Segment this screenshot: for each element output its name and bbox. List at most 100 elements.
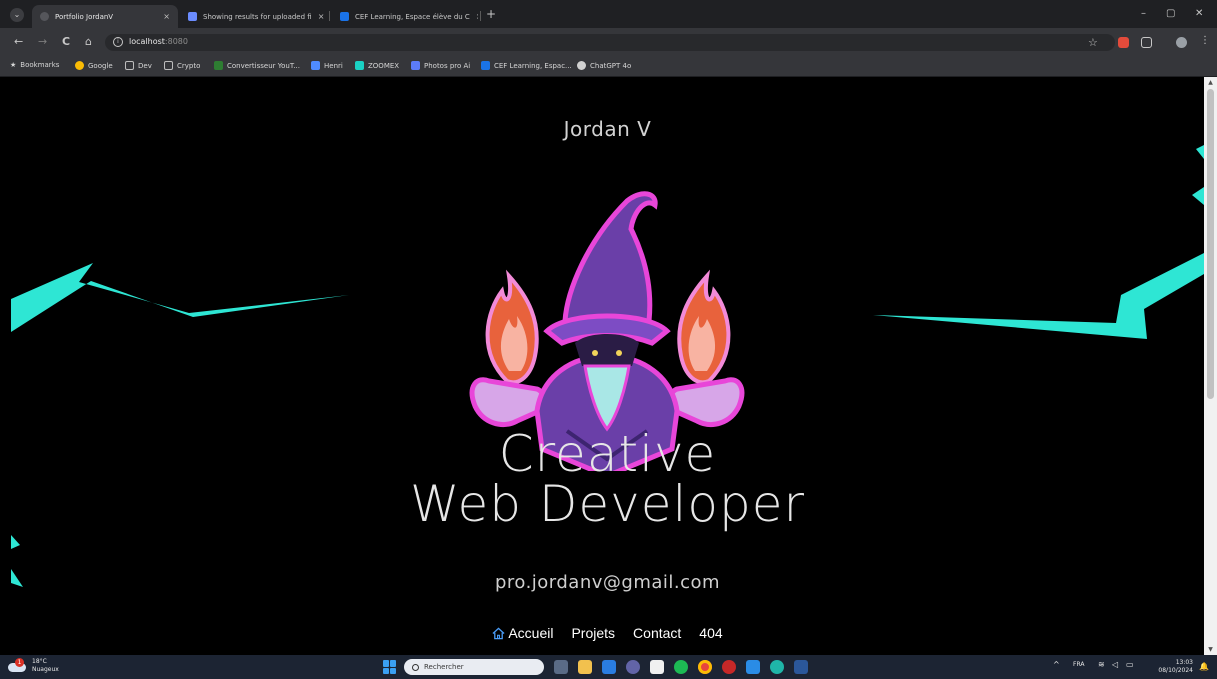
tab-portfolio[interactable]: Portfolio JordanV ×	[32, 5, 178, 28]
lightning-left	[11, 263, 349, 332]
chatgpt-icon	[577, 61, 586, 70]
language-indicator[interactable]: FRA	[1073, 661, 1084, 668]
henri-icon	[311, 61, 320, 70]
home-icon	[492, 627, 505, 639]
profile-avatar[interactable]	[1176, 37, 1187, 48]
notification-bell-icon[interactable]: 🔔	[1199, 662, 1209, 671]
bookmarks-bar: ★ Bookmarks Google Dev Crypto Convertisse…	[0, 56, 1217, 77]
extension-icon[interactable]	[1118, 37, 1129, 48]
outlook-icon[interactable]	[602, 660, 616, 674]
bookmark-henri[interactable]: Henri	[311, 61, 343, 70]
tab-title: Portfolio JordanV	[55, 12, 114, 21]
tab-favicon-icon	[340, 12, 349, 21]
tab-close-icon[interactable]: ×	[312, 12, 325, 21]
windows-start-icon[interactable]	[383, 660, 397, 674]
bookmark-folder-dev[interactable]: Dev	[125, 61, 152, 70]
word-icon[interactable]	[794, 660, 808, 674]
lightning-spark-left	[11, 535, 20, 549]
site-nav: Accueil Projets Contact 404	[11, 625, 1204, 641]
tray-chevron-icon[interactable]: ^	[1053, 660, 1060, 669]
bookmark-chatgpt[interactable]: ChatGPT 4o	[577, 61, 631, 70]
bookmark-photos-pro[interactable]: Photos pro Ai	[411, 61, 470, 70]
vscode-icon[interactable]	[746, 660, 760, 674]
search-icon	[412, 663, 419, 671]
tab-favicon-icon	[40, 12, 49, 21]
tab-close-icon[interactable]: ×	[157, 12, 170, 21]
new-tab-button[interactable]: +	[486, 8, 496, 20]
site-info-icon[interactable]: i	[113, 37, 123, 47]
cef-icon	[481, 61, 490, 70]
home-button[interactable]: ⌂	[85, 36, 92, 47]
photos-icon	[411, 61, 420, 70]
zoomex-icon	[355, 61, 364, 70]
star-icon: ★	[10, 61, 17, 69]
browser-menu-icon[interactable]: ⋮	[1200, 35, 1210, 46]
contact-email[interactable]: pro.jordanv@gmail.com	[11, 572, 1204, 593]
taskbar-search[interactable]: Rechercher	[404, 659, 544, 675]
edge-icon[interactable]	[770, 660, 784, 674]
tab-separator	[480, 11, 481, 21]
nav-projets[interactable]: Projets	[571, 625, 615, 641]
clock-time: 13:03	[1175, 659, 1193, 666]
volume-icon[interactable]: ◁	[1112, 660, 1118, 669]
weather-widget[interactable]: 1 18°C Nuageux	[8, 658, 59, 674]
system-clock[interactable]: 13:03 08/10/2024	[1158, 659, 1193, 675]
bookmark-convertisseur[interactable]: Convertisseur YouT...	[214, 61, 300, 70]
forward-button[interactable]: →	[38, 36, 47, 47]
tab-cef-learning[interactable]: CEF Learning, Espace élève du C ×	[332, 5, 478, 28]
hero-headline: Creative Web Developer	[11, 429, 1204, 529]
lightning-right	[873, 253, 1204, 339]
windows-taskbar: 1 18°C Nuageux Rechercher ^ FRA ≋ ◁ ▭ 13…	[0, 655, 1217, 679]
reload-button[interactable]: C	[62, 36, 70, 47]
close-window-button[interactable]: ✕	[1195, 8, 1203, 19]
nav-accueil[interactable]: Accueil	[492, 625, 553, 641]
task-view-icon[interactable]	[554, 660, 568, 674]
chrome-icon[interactable]	[698, 660, 712, 674]
taskbar-search-placeholder: Rechercher	[424, 663, 464, 671]
bookmark-all[interactable]: ★ Bookmarks	[10, 61, 59, 69]
minimize-button[interactable]: –	[1141, 8, 1146, 19]
folder-icon	[164, 61, 173, 70]
site-name[interactable]: Jordan V	[11, 117, 1204, 141]
file-explorer-icon[interactable]	[578, 660, 592, 674]
tab-search-icon[interactable]: ⌄	[10, 8, 24, 22]
nav-accueil-label: Accueil	[508, 625, 554, 641]
url-text[interactable]: localhost:8080	[129, 37, 188, 46]
bookmark-zoomex[interactable]: ZOOMEX	[355, 61, 399, 70]
teams-icon[interactable]	[626, 660, 640, 674]
store-icon[interactable]	[650, 660, 664, 674]
bookmark-google[interactable]: Google	[75, 61, 113, 70]
headline-line-2: Web Developer	[409, 475, 806, 533]
spotify-icon[interactable]	[674, 660, 688, 674]
weather-temp: 18°C	[32, 658, 47, 665]
google-icon	[75, 61, 84, 70]
wifi-icon[interactable]: ≋	[1098, 660, 1105, 669]
tab-uploaded-results[interactable]: Showing results for uploaded fi ×	[180, 5, 326, 28]
lightning-spark-right	[1192, 187, 1204, 205]
cloud-icon: 1	[8, 658, 28, 673]
back-button[interactable]: ←	[14, 36, 23, 47]
bookmark-cef-learning[interactable]: CEF Learning, Espac...	[481, 61, 572, 70]
extensions-puzzle-icon[interactable]	[1141, 37, 1152, 48]
tab-close-icon[interactable]: ×	[470, 12, 478, 21]
headline-line-1: Creative	[498, 425, 717, 483]
scroll-down-icon[interactable]: ▼	[1207, 646, 1214, 653]
nav-contact[interactable]: Contact	[633, 625, 681, 641]
opera-icon[interactable]	[722, 660, 736, 674]
battery-icon[interactable]: ▭	[1126, 660, 1134, 669]
bookmark-folder-crypto[interactable]: Crypto	[164, 61, 200, 70]
weather-badge: 1	[15, 658, 24, 667]
scroll-up-icon[interactable]: ▲	[1207, 79, 1214, 86]
nav-404[interactable]: 404	[699, 625, 722, 641]
page-scrollbar[interactable]: ▲ ▼	[1204, 77, 1217, 655]
browser-tab-bar: ⌄ Portfolio JordanV × Showing results fo…	[0, 0, 1217, 28]
folder-icon	[125, 61, 134, 70]
address-bar[interactable]: i localhost:8080	[105, 34, 1115, 51]
clock-date: 08/10/2024	[1158, 667, 1193, 674]
page-viewport: Jordan V Creative Web Developer pro.jord…	[11, 77, 1204, 655]
restore-button[interactable]: ▢	[1166, 8, 1175, 19]
lightning-spark-top	[1196, 145, 1204, 159]
scroll-thumb[interactable]	[1207, 89, 1214, 399]
tab-favicon-icon	[188, 12, 197, 21]
weather-desc: Nuageux	[32, 666, 59, 673]
